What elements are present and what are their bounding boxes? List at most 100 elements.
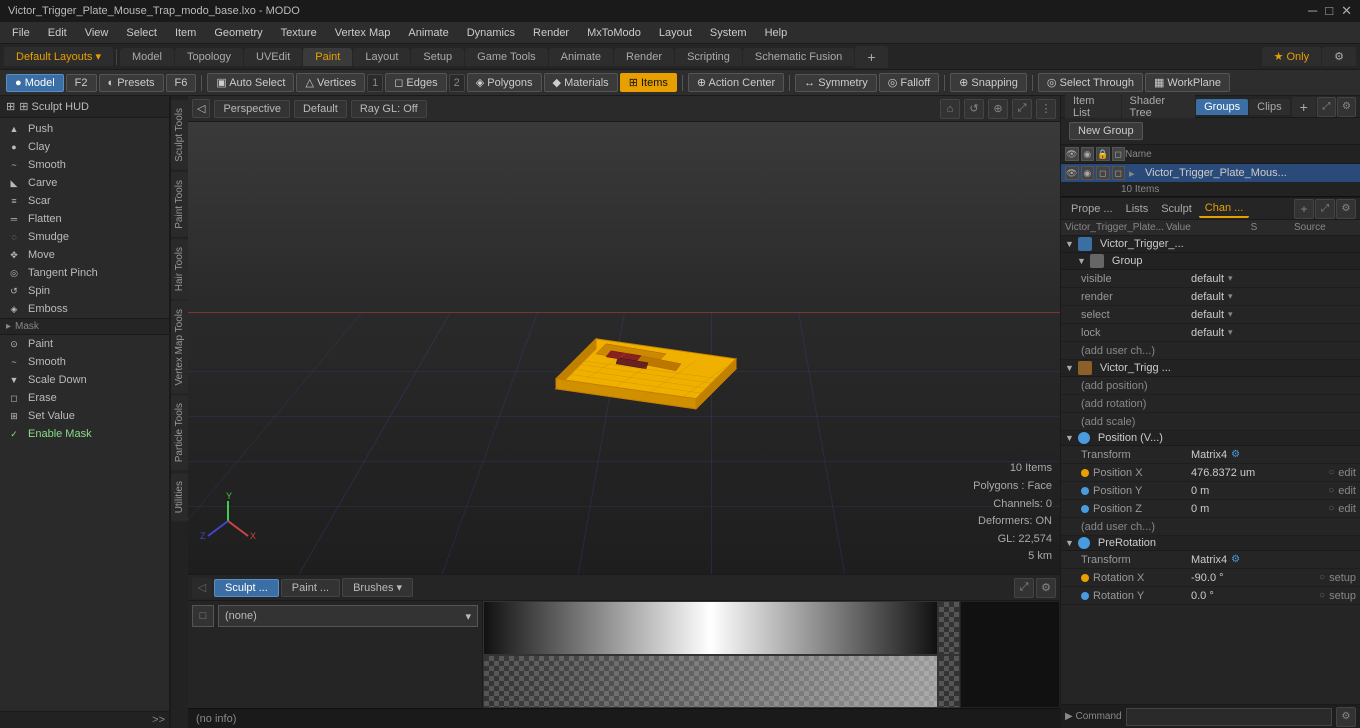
select-dropdown[interactable]: ▾ xyxy=(1228,309,1233,320)
tab-properties[interactable]: Prope ... xyxy=(1065,201,1119,217)
menu-geometry[interactable]: Geometry xyxy=(206,25,270,41)
tab-layout[interactable]: Layout xyxy=(353,48,410,66)
action-center-btn[interactable]: ⊕ Action Center xyxy=(688,73,784,92)
tab-topology[interactable]: Topology xyxy=(175,48,243,66)
tab-clips[interactable]: Clips xyxy=(1249,99,1289,115)
settings-gear-btn[interactable]: ⚙ xyxy=(1322,47,1356,66)
mask-paint[interactable]: ⊙ Paint xyxy=(0,335,169,353)
tool-emboss[interactable]: ◈ Emboss xyxy=(0,300,169,318)
header-lock-btn[interactable]: 🔒 xyxy=(1096,147,1110,161)
menu-mxtomodo[interactable]: MxToModo xyxy=(579,25,649,41)
tab-item-list[interactable]: Item List xyxy=(1065,93,1121,121)
tool-carve[interactable]: ◣ Carve xyxy=(0,174,169,192)
section-prerotation[interactable]: ▼ PreRotation xyxy=(1061,536,1360,551)
sculpt-hud-header[interactable]: ⊞ ⊞ Sculpt HUD xyxy=(0,96,169,118)
render-value[interactable]: default ▾ xyxy=(1191,291,1356,303)
tool-flatten[interactable]: ═ Flatten xyxy=(0,210,169,228)
tool-move[interactable]: ✥ Move xyxy=(0,246,169,264)
mask-set-value[interactable]: ⊞ Set Value xyxy=(0,407,169,425)
tab-add[interactable]: + xyxy=(855,46,887,68)
side-tab-vertex-map-tools[interactable]: Vertex Map Tools xyxy=(171,301,188,394)
edges-btn[interactable]: ◻ Edges xyxy=(385,73,446,92)
vp-refresh-btn[interactable]: ↺ xyxy=(964,99,984,119)
viewport-canvas[interactable]: 10 Items Polygons : Face Channels: 0 Def… xyxy=(188,122,1060,574)
vp-zoom-btn[interactable]: ⊕ xyxy=(988,99,1008,119)
side-tab-sculpt-tools[interactable]: Sculpt Tools xyxy=(171,100,188,170)
right-settings-btn[interactable]: ⚙ xyxy=(1337,97,1356,117)
transform2-gear[interactable]: ⚙ xyxy=(1231,554,1240,565)
falloff-btn[interactable]: ◎ Falloff xyxy=(879,73,939,92)
titlebar-controls[interactable]: ─ □ ✕ xyxy=(1308,3,1352,19)
menu-edit[interactable]: Edit xyxy=(40,25,75,41)
mask-section-header[interactable]: ▸ Mask xyxy=(0,318,169,335)
select-through-btn[interactable]: ◎ Select Through xyxy=(1038,73,1143,92)
group-arrow[interactable]: ▼ xyxy=(1077,256,1086,266)
section-position[interactable]: ▼ Position (V...) xyxy=(1061,431,1360,446)
tool-spin[interactable]: ↺ Spin xyxy=(0,282,169,300)
props-add-btn[interactable]: + xyxy=(1294,199,1314,219)
prop-add-position[interactable]: (add position) xyxy=(1061,377,1360,395)
prop-add-user-ch1[interactable]: (add user ch...) xyxy=(1061,342,1360,360)
side-tab-hair-tools[interactable]: Hair Tools xyxy=(171,239,188,299)
command-input[interactable] xyxy=(1126,708,1332,726)
rot-y-setup[interactable]: setup xyxy=(1329,590,1356,602)
mask-smooth[interactable]: ~ Smooth xyxy=(0,353,169,371)
tab-add-right[interactable]: + xyxy=(1292,97,1316,117)
tab-render[interactable]: Render xyxy=(614,48,674,66)
tab-paint[interactable]: Paint xyxy=(303,48,352,66)
minimize-btn[interactable]: ─ xyxy=(1308,3,1317,19)
props-settings-btn[interactable]: ⚙ xyxy=(1336,199,1356,219)
tab-scripting[interactable]: Scripting xyxy=(675,48,742,66)
menu-vertex-map[interactable]: Vertex Map xyxy=(327,25,399,41)
new-group-btn[interactable]: New Group xyxy=(1069,122,1143,140)
vp-home-btn[interactable]: ⌂ xyxy=(940,99,960,119)
star-only-btn[interactable]: ★ Only xyxy=(1262,47,1322,66)
menu-animate[interactable]: Animate xyxy=(400,25,456,41)
prop-add-rotation[interactable]: (add rotation) xyxy=(1061,395,1360,413)
tab-animate[interactable]: Animate xyxy=(549,48,613,66)
vp-nav-back-btn[interactable]: ◁ xyxy=(192,99,210,118)
command-gear-icon[interactable]: ⚙ xyxy=(1336,707,1356,727)
materials-btn[interactable]: ◆ Materials xyxy=(544,73,618,92)
tab-brushes-bottom[interactable]: Brushes ▾ xyxy=(342,578,413,597)
vp-settings-btn[interactable]: ⋮ xyxy=(1036,99,1056,119)
visible-value[interactable]: default ▾ xyxy=(1191,273,1356,285)
props-expand-btn[interactable]: ⤢ xyxy=(1315,199,1335,219)
tool-push[interactable]: ▲ Push xyxy=(0,120,169,138)
header-vis-btn[interactable]: 👁 xyxy=(1065,147,1079,161)
vp-raygl-btn[interactable]: Ray GL: Off xyxy=(351,100,427,118)
tab-model[interactable]: Model xyxy=(120,48,174,66)
menu-layout[interactable]: Layout xyxy=(651,25,700,41)
menu-item[interactable]: Item xyxy=(167,25,204,41)
tab-sculpt-bottom[interactable]: Sculpt ... xyxy=(214,579,279,597)
rot-x-setup[interactable]: setup xyxy=(1329,572,1356,584)
add-user-ch2-label[interactable]: (add user ch...) xyxy=(1081,521,1155,533)
side-tab-utilities[interactable]: Utilities xyxy=(171,473,188,521)
menu-file[interactable]: File xyxy=(4,25,38,41)
symmetry-btn[interactable]: ↔ Symmetry xyxy=(795,74,877,92)
expand-arrow-btn[interactable]: >> xyxy=(0,711,169,728)
item-extra-btn2[interactable]: ◻ xyxy=(1112,166,1126,180)
vp-perspective-btn[interactable]: Perspective xyxy=(214,100,289,118)
brush-select-dropdown[interactable]: (none) ▾ xyxy=(218,605,478,627)
tool-scar[interactable]: ≡ Scar xyxy=(0,192,169,210)
side-tab-particle-tools[interactable]: Particle Tools xyxy=(171,395,188,470)
tab-game-tools[interactable]: Game Tools xyxy=(465,48,548,66)
menu-help[interactable]: Help xyxy=(757,25,796,41)
pos-z-edit[interactable]: edit xyxy=(1338,503,1356,515)
vp-bottom-expand-btn[interactable]: ⤢ xyxy=(1014,578,1034,598)
visible-dropdown[interactable]: ▾ xyxy=(1228,273,1233,284)
f6-btn[interactable]: F6 xyxy=(166,74,197,92)
tab-sculpt-props[interactable]: Sculpt xyxy=(1155,201,1198,217)
mask-erase[interactable]: ◻ Erase xyxy=(0,389,169,407)
vp-maximize-btn[interactable]: ⤢ xyxy=(1012,99,1032,119)
layout-dropdown[interactable]: Default Layouts ▾ xyxy=(4,47,113,66)
auto-select-btn[interactable]: ▣ Auto Select xyxy=(207,73,294,92)
close-btn[interactable]: ✕ xyxy=(1341,3,1352,19)
lock-value[interactable]: default ▾ xyxy=(1191,327,1356,339)
workplane-btn[interactable]: ▦ WorkPlane xyxy=(1145,73,1230,92)
section2-arrow[interactable]: ▼ xyxy=(1065,363,1074,373)
item-render-btn[interactable]: ◉ xyxy=(1081,166,1095,180)
section-victor-trigg[interactable]: ▼ Victor_Trigg ... xyxy=(1061,360,1360,377)
header-render-btn[interactable]: ◉ xyxy=(1081,147,1095,161)
